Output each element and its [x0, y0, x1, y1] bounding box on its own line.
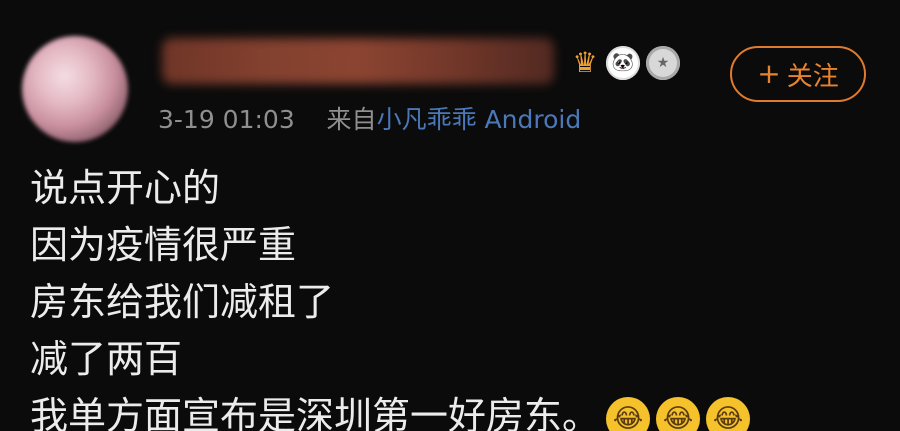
medal-badge-icon[interactable]: ★ [646, 46, 680, 80]
crown-badge-icon[interactable]: ♛ [568, 46, 602, 80]
post-card: ♛ 🐼 ★ + 关注 3-19 01:03 来自小凡乖乖 Android 说点开… [0, 0, 900, 431]
avatar[interactable] [22, 36, 128, 142]
post-text-line: 减了两百 [30, 337, 183, 381]
from-prefix: 来自 [326, 105, 377, 134]
post-content: 说点开心的 因为疫情很严重 房东给我们减租了 减了两百 我单方面宣布是深圳第一好… [30, 160, 751, 431]
post-text-line-last: 我单方面宣布是深圳第一好房东。 😂 😂 😂 [30, 388, 751, 431]
panda-badge-icon[interactable]: 🐼 [606, 46, 640, 80]
follow-label: 关注 [786, 61, 839, 92]
follow-button[interactable]: + 关注 [730, 46, 866, 102]
source-link[interactable]: 小凡乖乖 Android [377, 105, 582, 134]
post-meta: 3-19 01:03 来自小凡乖乖 Android [158, 100, 581, 136]
laugh-cry-emoji-icon: 😂 [606, 396, 651, 431]
post-text-line: 因为疫情很严重 [30, 223, 297, 267]
laugh-cry-emoji-icon: 😂 [656, 396, 701, 431]
post-timestamp: 3-19 01:03 [158, 105, 295, 134]
plus-icon: + [757, 57, 781, 90]
laugh-cry-emoji-icon: 😂 [706, 396, 751, 431]
post-text-line: 说点开心的 [30, 166, 221, 210]
post-text-line: 房东给我们减租了 [30, 280, 335, 324]
username-redacted[interactable] [162, 38, 554, 84]
